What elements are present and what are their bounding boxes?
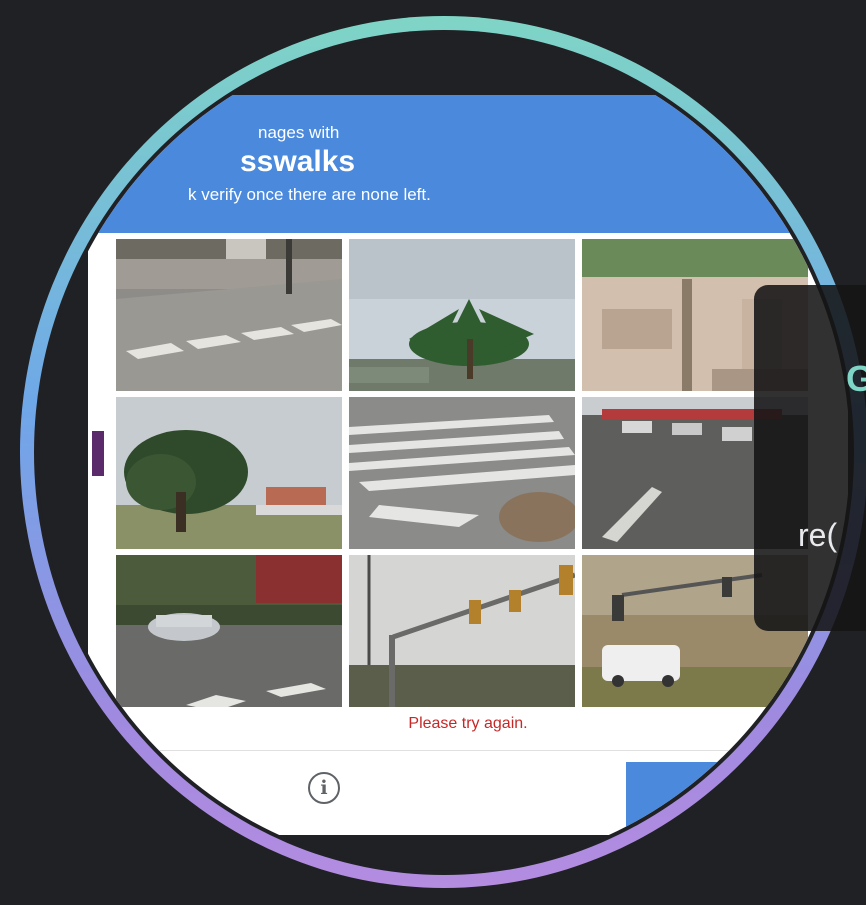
challenge-instruction: nages with: [258, 123, 340, 142]
overlay-side-card: G re(: [754, 285, 866, 631]
background-page-strip: [92, 431, 104, 476]
image-tile-1[interactable]: [116, 239, 342, 391]
screenshot-stage: nages with sswalks k verify once there a…: [0, 0, 866, 905]
magnifier-lens: nages with sswalks k verify once there a…: [38, 34, 850, 871]
side-card-subtitle: re(: [798, 517, 838, 553]
image-tile-7[interactable]: [116, 555, 342, 707]
challenge-target-object: sswalks: [240, 145, 356, 178]
image-tile-4[interactable]: [116, 397, 342, 549]
side-card-title: G: [846, 358, 866, 399]
image-tile-2[interactable]: [349, 239, 575, 391]
recaptcha-challenge: nages with sswalks k verify once there a…: [88, 95, 848, 835]
footer-divider: [88, 750, 848, 751]
verify-button[interactable]: [626, 762, 826, 832]
image-grid: [116, 239, 816, 711]
info-icon[interactable]: i: [308, 772, 340, 804]
retry-error-message: Please try again.: [408, 715, 528, 732]
image-tile-8[interactable]: [349, 555, 575, 707]
challenge-header: nages with sswalks k verify once there a…: [88, 95, 808, 233]
image-tile-5[interactable]: [349, 397, 575, 549]
challenge-hint: k verify once there are none left.: [188, 185, 431, 204]
